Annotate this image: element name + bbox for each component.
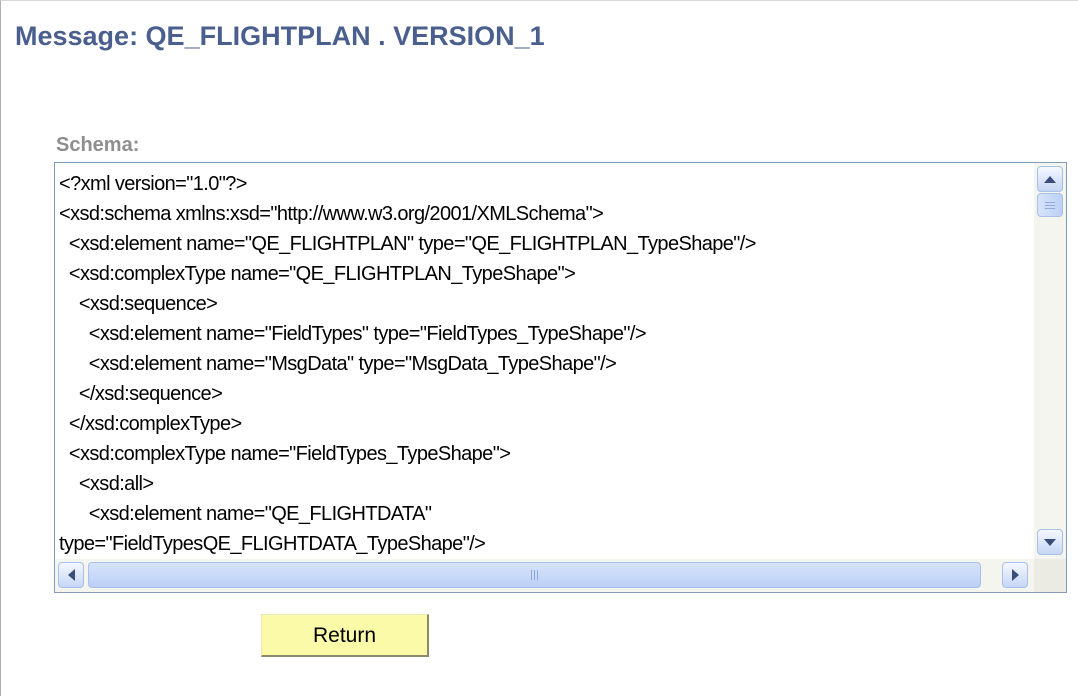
grip-line [534, 570, 535, 580]
schema-line: </xsd:sequence> [59, 383, 223, 405]
scrollbar-corner [1034, 559, 1066, 592]
horizontal-scroll-thumb[interactable] [88, 562, 981, 588]
grip-line [1045, 202, 1055, 203]
schema-line: <xsd:all> [59, 473, 154, 495]
schema-code[interactable]: <?xml version="1.0"?> <xsd:schema xmlns:x… [59, 169, 1030, 559]
schema-line: <xsd:complexType name="QE_FLIGHTPLAN_Typ… [59, 263, 576, 285]
chevron-up-icon [1044, 175, 1056, 183]
schema-line: <xsd:element name="FieldTypes" type="Fie… [59, 323, 647, 345]
chevron-down-icon [1044, 538, 1056, 546]
return-button[interactable]: Return [261, 614, 429, 657]
chevron-right-icon [1011, 569, 1019, 581]
schema-label: Schema: [56, 134, 140, 156]
scroll-left-button[interactable] [58, 562, 84, 588]
scroll-right-button[interactable] [1002, 562, 1028, 588]
vertical-scroll-thumb[interactable] [1037, 193, 1063, 217]
schema-line: <xsd:complexType name="FieldTypes_TypeSh… [59, 443, 511, 465]
grip-line [1045, 205, 1055, 206]
schema-line: <xsd:element name="QE_FLIGHTPLAN" type="… [59, 233, 757, 255]
schema-line: type="FieldTypesQE_FLIGHTDATA_TypeShape"… [59, 533, 486, 555]
scroll-down-button[interactable] [1037, 529, 1063, 555]
schema-line: <?xml version="1.0"?> [59, 173, 247, 195]
schema-line: </xsd:complexType> [59, 413, 242, 435]
vertical-scrollbar[interactable] [1034, 163, 1066, 559]
schema-line: <xsd:element name="MsgData" type="MsgDat… [59, 353, 617, 375]
chevron-left-icon [67, 569, 75, 581]
horizontal-scrollbar[interactable] [55, 559, 1034, 592]
schema-line: <xsd:element name="QE_FLIGHTDATA" [59, 503, 432, 525]
schema-line: <xsd:schema xmlns:xsd="http://www.w3.org… [59, 203, 604, 225]
grip-line [1045, 208, 1055, 209]
grip-line [531, 570, 532, 580]
page-title: Message: QE_FLIGHTPLAN . VERSION_1 [15, 21, 545, 51]
page-frame: Message: QE_FLIGHTPLAN . VERSION_1 Schem… [0, 0, 1078, 696]
scroll-up-button[interactable] [1037, 166, 1063, 192]
schema-line: <xsd:sequence> [59, 293, 218, 315]
grip-line [537, 570, 538, 580]
schema-textarea[interactable]: <?xml version="1.0"?> <xsd:schema xmlns:x… [54, 162, 1067, 593]
